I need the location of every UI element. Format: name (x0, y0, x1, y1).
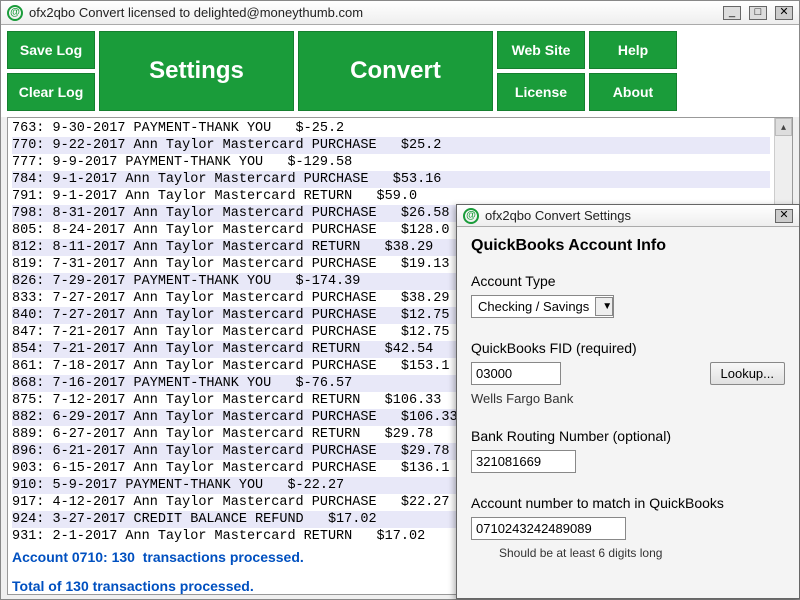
convert-button[interactable]: Convert (298, 31, 493, 111)
routing-group: Bank Routing Number (optional) (471, 428, 785, 473)
log-line: 770: 9-22-2017 Ann Taylor Mastercard PUR… (12, 137, 770, 154)
website-button[interactable]: Web Site (497, 31, 585, 69)
log-line: 791: 9-1-2017 Ann Taylor Mastercard RETU… (12, 188, 770, 205)
settings-button[interactable]: Settings (99, 31, 294, 111)
account-type-label: Account Type (471, 273, 785, 289)
log-line: 777: 9-9-2017 PAYMENT-THANK YOU $-129.58 (12, 154, 770, 171)
scroll-up-arrow[interactable]: ▴ (775, 118, 792, 136)
settings-titlebar: @ ofx2qbo Convert Settings ✕ (457, 205, 799, 227)
main-window-title: ofx2qbo Convert licensed to delighted@mo… (29, 5, 715, 20)
app-icon: @ (463, 208, 479, 224)
acct-num-group: Account number to match in QuickBooks Sh… (471, 495, 785, 560)
app-icon: @ (7, 5, 23, 21)
main-titlebar: @ ofx2qbo Convert licensed to delighted@… (1, 1, 799, 25)
minimize-button[interactable]: _ (723, 6, 741, 20)
routing-input[interactable] (471, 450, 576, 473)
fid-group: QuickBooks FID (required) Lookup... Well… (471, 340, 785, 406)
log-line: 763: 9-30-2017 PAYMENT-THANK YOU $-25.2 (12, 120, 770, 137)
acct-num-label: Account number to match in QuickBooks (471, 495, 785, 511)
settings-heading: QuickBooks Account Info (471, 237, 785, 255)
maximize-button[interactable]: □ (749, 6, 767, 20)
acct-num-input[interactable] (471, 517, 626, 540)
settings-dialog: @ ofx2qbo Convert Settings ✕ QuickBooks … (456, 204, 800, 599)
settings-body: QuickBooks Account Info Account Type Che… (457, 227, 799, 570)
bank-name-text: Wells Fargo Bank (471, 391, 785, 406)
account-type-value: Checking / Savings (472, 296, 595, 317)
help-button[interactable]: Help (589, 31, 677, 69)
clear-log-button[interactable]: Clear Log (7, 73, 95, 111)
log-line: 784: 9-1-2017 Ann Taylor Mastercard PURC… (12, 171, 770, 188)
chevron-down-icon: ▼ (595, 297, 613, 316)
acct-num-hint: Should be at least 6 digits long (499, 546, 785, 560)
account-type-select[interactable]: Checking / Savings ▼ (471, 295, 614, 318)
lookup-button[interactable]: Lookup... (710, 362, 786, 385)
fid-label: QuickBooks FID (required) (471, 340, 785, 356)
routing-label: Bank Routing Number (optional) (471, 428, 785, 444)
settings-close-button[interactable]: ✕ (775, 209, 793, 223)
settings-window-title: ofx2qbo Convert Settings (485, 208, 767, 223)
about-button[interactable]: About (589, 73, 677, 111)
fid-input[interactable] (471, 362, 561, 385)
save-log-button[interactable]: Save Log (7, 31, 95, 69)
toolbar: Save Log Clear Log Settings Convert Web … (1, 25, 799, 117)
close-button[interactable]: ✕ (775, 6, 793, 20)
license-button[interactable]: License (497, 73, 585, 111)
account-type-group: Account Type Checking / Savings ▼ (471, 273, 785, 318)
